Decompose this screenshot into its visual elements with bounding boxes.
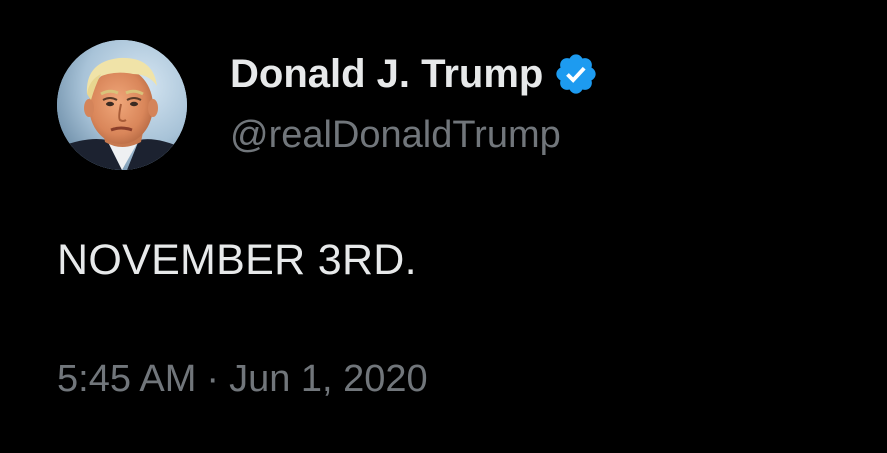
author-name-row: Donald J. Trump	[230, 48, 599, 100]
tweet-card: Donald J. Trump @realDonaldTrump NOVEMBE…	[0, 0, 887, 453]
timestamp-separator: ·	[206, 358, 220, 400]
verified-badge-icon[interactable]	[553, 51, 599, 97]
author-handle[interactable]: @realDonaldTrump	[230, 114, 561, 157]
tweet-date: Jun 1, 2020	[229, 358, 428, 400]
avatar-photo	[57, 40, 187, 170]
avatar[interactable]	[57, 40, 187, 170]
tweet-timestamp[interactable]: 5:45 AM · Jun 1, 2020	[57, 358, 428, 401]
tweet-text: NOVEMBER 3RD.	[57, 236, 417, 284]
author-display-name[interactable]: Donald J. Trump	[230, 52, 543, 97]
tweet-time: 5:45 AM	[57, 358, 197, 400]
